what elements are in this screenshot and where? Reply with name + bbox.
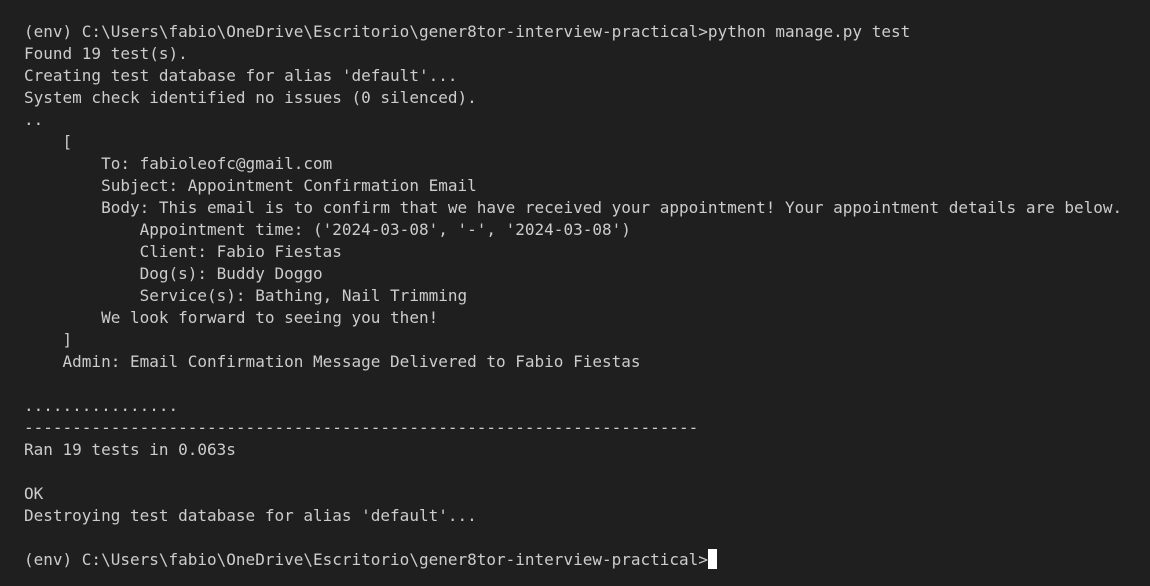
terminal-line: Creating test database for alias 'defaul… (24, 66, 458, 85)
terminal-line: Destroying test database for alias 'defa… (24, 506, 477, 525)
terminal-line: Body: This email is to confirm that we h… (24, 198, 1123, 217)
terminal-line-summary: Ran 19 tests in 0.063s (24, 440, 236, 459)
terminal-line-status: OK (24, 484, 44, 503)
terminal-line: Dog(s): Buddy Doggo (24, 264, 323, 283)
terminal-prompt: (env) C:\Users\fabio\OneDrive\Escritorio… (24, 550, 708, 569)
terminal-output[interactable]: (env) C:\Users\fabio\OneDrive\Escritorio… (24, 21, 1150, 571)
terminal-line: To: fabioleofc@gmail.com (24, 154, 333, 173)
terminal-line: .. (24, 110, 44, 129)
terminal-line: Admin: Email Confirmation Message Delive… (24, 352, 641, 371)
terminal-line: Found 19 test(s). (24, 44, 188, 63)
terminal-line: Service(s): Bathing, Nail Trimming (24, 286, 468, 305)
terminal-line: System check identified no issues (0 sil… (24, 88, 477, 107)
terminal-cursor (707, 549, 717, 569)
terminal-line: ] (24, 330, 73, 349)
terminal-line-command: (env) C:\Users\fabio\OneDrive\Escritorio… (24, 22, 911, 41)
terminal-line: We look forward to seeing you then! (24, 308, 439, 327)
terminal-line: Appointment time: ('2024-03-08', '-', '2… (24, 220, 631, 239)
terminal-line-separator: ----------------------------------------… (24, 418, 699, 437)
terminal-prompt-line[interactable]: (env) C:\Users\fabio\OneDrive\Escritorio… (24, 549, 1150, 571)
terminal-line: [ (24, 132, 73, 151)
terminal-line: Subject: Appointment Confirmation Email (24, 176, 477, 195)
terminal-line: Client: Fabio Fiestas (24, 242, 342, 261)
terminal-line-progress-dots: ................ (24, 396, 179, 415)
